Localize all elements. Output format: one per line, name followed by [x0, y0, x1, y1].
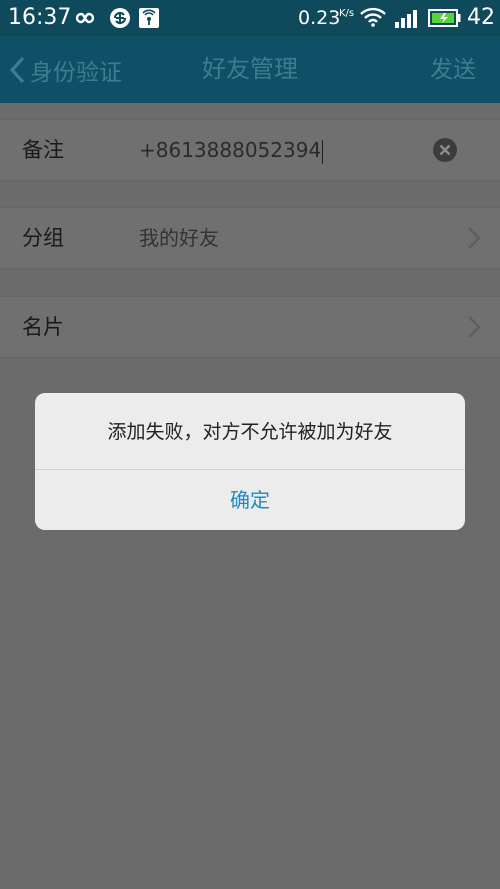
remark-label: 备注: [22, 138, 64, 162]
chevron-right-icon: [468, 227, 481, 249]
battery-level: 42: [467, 5, 495, 30]
sync-icon: [110, 8, 130, 28]
group-row[interactable]: 分组 我的好友: [0, 207, 500, 269]
network-speed-unit: K/s: [339, 8, 355, 19]
remark-input-value: +8613888052394: [139, 138, 322, 162]
signal-icon: [395, 10, 417, 28]
send-button[interactable]: 发送: [430, 50, 476, 90]
remark-input[interactable]: +8613888052394: [139, 120, 324, 180]
status-time: 16:37: [8, 5, 72, 30]
chevron-left-icon: [9, 56, 25, 84]
back-button[interactable]: 身份验证: [8, 50, 122, 90]
remark-row: 备注 +8613888052394: [0, 119, 500, 181]
infinity-icon: [75, 12, 95, 24]
status-bar: 16:37 0.23 K/s 42: [0, 0, 500, 36]
card-row[interactable]: 名片: [0, 296, 500, 358]
network-speed: 0.23: [298, 7, 341, 29]
group-value: 我的好友: [139, 226, 219, 250]
battery-icon: [428, 9, 461, 27]
card-label: 名片: [22, 315, 64, 339]
app-notification-icon: [139, 8, 159, 28]
nav-bar: 身份验证 好友管理 发送: [0, 36, 500, 103]
text-caret: [322, 139, 324, 164]
alert-dialog: 添加失败，对方不允许被加为好友 确定: [35, 393, 465, 530]
wifi-icon: [360, 7, 386, 27]
chevron-right-icon: [468, 316, 481, 338]
screen: 16:37 0.23 K/s 42 身份验证 好友管理 发送 备注 +86138…: [0, 0, 500, 889]
confirm-button[interactable]: 确定: [35, 470, 465, 530]
group-label: 分组: [22, 226, 64, 250]
back-label: 身份验证: [30, 60, 122, 86]
dialog-message: 添加失败，对方不允许被加为好友: [107, 421, 393, 443]
clear-icon[interactable]: [432, 137, 458, 163]
